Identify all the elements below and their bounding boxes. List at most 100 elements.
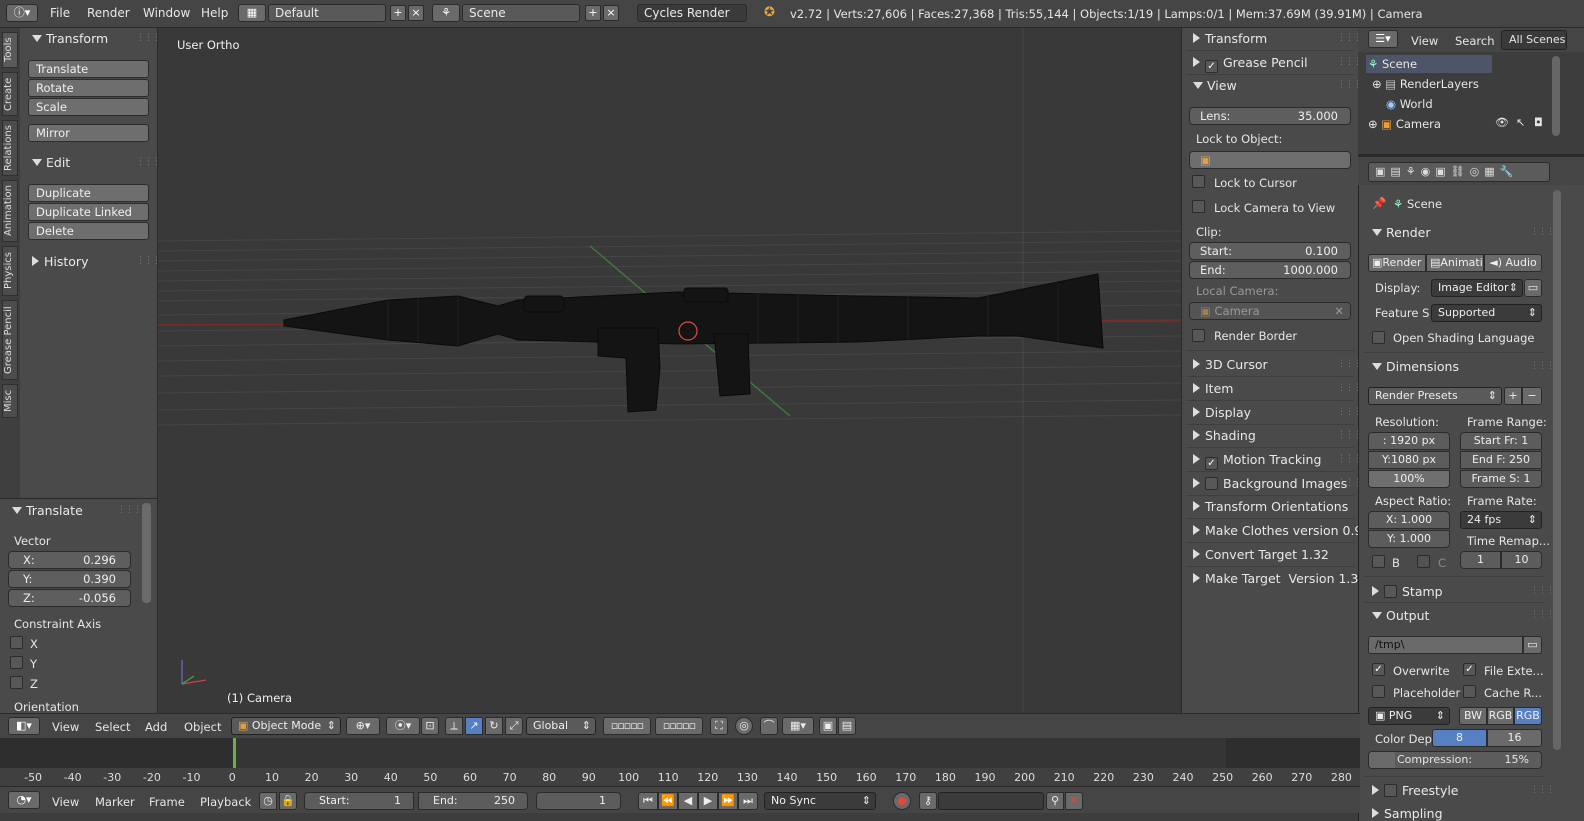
time-remap-old-field[interactable]: 1 bbox=[1460, 551, 1501, 569]
add-scene-icon[interactable]: + bbox=[585, 5, 601, 21]
compression-slider[interactable]: Compression: 15% bbox=[1368, 751, 1542, 769]
overwrite-checkbox[interactable]: ✓ bbox=[1372, 663, 1385, 676]
sampling-panel-header[interactable]: Sampling bbox=[1372, 806, 1443, 821]
np-item-header[interactable]: Item bbox=[1193, 381, 1353, 396]
outliner-item-scene[interactable]: ⚘ Scene bbox=[1368, 57, 1417, 71]
clip-start-field[interactable]: Start: 0.100 bbox=[1189, 242, 1351, 260]
opengl-render-animation-icon[interactable]: ▤ bbox=[838, 717, 856, 735]
stamp-panel-header[interactable]: Stamp bbox=[1372, 584, 1443, 599]
color-depth-16-button[interactable]: 16 bbox=[1487, 729, 1542, 747]
np-make-target-header[interactable]: Make Target Version 1.32 bbox=[1193, 571, 1366, 586]
operator-scrollbar[interactable] bbox=[142, 503, 151, 603]
frame-step-field[interactable]: Frame S: 1 bbox=[1460, 470, 1542, 488]
proportional-edit-icon[interactable]: ◎ bbox=[735, 717, 753, 735]
file-extensions-checkbox[interactable]: ✓ bbox=[1463, 663, 1476, 676]
aspect-x-field[interactable]: X: 1.000 bbox=[1368, 511, 1450, 529]
panel-grip-icon[interactable]: ⋮⋮⋮ bbox=[1530, 361, 1555, 371]
color-rgba-button[interactable]: RGB bbox=[1514, 707, 1542, 725]
add-layout-icon[interactable]: + bbox=[390, 5, 406, 21]
stamp-checkbox[interactable] bbox=[1384, 585, 1397, 598]
add-preset-icon[interactable]: + bbox=[1504, 387, 1522, 405]
frame-rate-select[interactable]: 24 fps ⇕ bbox=[1460, 511, 1542, 529]
time-remap-new-field[interactable]: 10 bbox=[1501, 551, 1542, 569]
tab-create[interactable]: Create bbox=[2, 72, 18, 116]
freestyle-panel-header[interactable]: Freestyle bbox=[1372, 783, 1459, 798]
delete-keyframe-icon[interactable]: ✕ bbox=[1065, 792, 1083, 810]
layers-row-1[interactable]: ▫▫▫▫▫ bbox=[603, 717, 651, 735]
freestyle-checkbox[interactable] bbox=[1384, 784, 1397, 797]
preview-range-icon[interactable]: ◷ bbox=[259, 792, 277, 810]
audio-button[interactable]: ◄) Audio bbox=[1484, 254, 1542, 272]
outliner-view-menu[interactable]: View bbox=[1411, 34, 1438, 48]
lock-to-cursor-checkbox[interactable] bbox=[1192, 175, 1205, 188]
panel-grip-icon[interactable]: ⋮⋮⋮ bbox=[1530, 586, 1555, 596]
vector-z-field[interactable]: Z: -0.056 bbox=[8, 589, 131, 607]
np-transform-header[interactable]: Transform bbox=[1193, 31, 1353, 46]
np-view-header[interactable]: View bbox=[1193, 78, 1353, 93]
pin-icon[interactable]: 📌 bbox=[1372, 196, 1386, 210]
cache-result-checkbox[interactable] bbox=[1463, 685, 1476, 698]
timeline-ruler[interactable] bbox=[0, 768, 1360, 786]
resolution-percent-slider[interactable]: 100% bbox=[1368, 470, 1450, 488]
3d-view-editor-type-icon[interactable]: ◧▾ bbox=[8, 717, 40, 735]
rotate-button[interactable]: Rotate bbox=[28, 79, 149, 97]
transform-panel-header[interactable]: Transform bbox=[32, 31, 108, 46]
timeline-editor-type-icon[interactable]: ◔▾ bbox=[8, 791, 40, 809]
display-select[interactable]: Image Editor ⇕ bbox=[1431, 279, 1523, 297]
vector-x-field[interactable]: X: 0.296 bbox=[8, 551, 131, 569]
osl-checkbox[interactable] bbox=[1372, 331, 1385, 344]
render-presets-select[interactable]: Render Presets ⇕ bbox=[1368, 387, 1502, 405]
dimensions-panel-header[interactable]: Dimensions bbox=[1372, 359, 1459, 374]
constraint-z-checkbox[interactable] bbox=[10, 676, 23, 689]
folder-icon[interactable]: ▭ bbox=[1523, 636, 1542, 654]
panel-grip-icon[interactable]: ⋮⋮⋮ bbox=[136, 157, 161, 167]
duplicate-button[interactable]: Duplicate bbox=[28, 184, 149, 202]
np-motion-tracking-header[interactable]: ✓ Motion Tracking bbox=[1193, 452, 1353, 470]
pivot-point-icon[interactable]: ⦿▾ bbox=[386, 717, 420, 735]
limit-selection-icon[interactable]: ⊡ bbox=[421, 717, 439, 735]
feature-set-select[interactable]: Supported ⇕ bbox=[1431, 304, 1542, 322]
edit-panel-header[interactable]: Edit bbox=[32, 155, 70, 170]
scene-icon[interactable]: ⚘ bbox=[432, 4, 460, 22]
current-frame-field[interactable]: 1 bbox=[536, 792, 621, 810]
active-keying-set-field[interactable] bbox=[938, 792, 1044, 810]
layers-row-2[interactable]: ▫▫▫▫▫ bbox=[655, 717, 703, 735]
play-icon[interactable]: ▶ bbox=[698, 792, 718, 810]
np-shading-header[interactable]: Shading bbox=[1193, 428, 1353, 443]
screen-layout-field[interactable]: Default bbox=[268, 4, 386, 22]
render-button[interactable]: ▣Render bbox=[1368, 254, 1426, 272]
opengl-render-image-icon[interactable]: ▣ bbox=[819, 717, 837, 735]
timeline-menu-view[interactable]: View bbox=[52, 795, 79, 809]
tab-grease-pencil[interactable]: Grease Pencil bbox=[2, 300, 18, 380]
timeline-menu-playback[interactable]: Playback bbox=[200, 795, 251, 809]
file-format-select[interactable]: ▣ PNG ⇕ bbox=[1368, 707, 1450, 725]
manipulator-toggle-icon[interactable]: ⟂ bbox=[445, 717, 463, 735]
np-grease-pencil-header[interactable]: ✓ Grease Pencil bbox=[1193, 55, 1353, 73]
clear-icon[interactable]: ✕ bbox=[1334, 303, 1344, 319]
render-border-checkbox[interactable] bbox=[1192, 329, 1205, 342]
jump-to-start-icon[interactable]: ⏮ bbox=[638, 792, 658, 810]
tab-physics[interactable]: Physics bbox=[2, 246, 18, 296]
menu-help[interactable]: Help bbox=[201, 6, 228, 20]
outliner-editor-type-icon[interactable]: ☰▾ bbox=[1368, 30, 1398, 48]
operator-panel-header[interactable]: Translate bbox=[12, 503, 83, 518]
3d-viewport[interactable]: User Ortho (1) Camera bbox=[158, 28, 1181, 713]
visibility-eye-icon[interactable]: 👁 bbox=[1495, 116, 1509, 129]
np-transform-orientations-header[interactable]: Transform Orientations bbox=[1193, 499, 1353, 514]
menu-add[interactable]: Add bbox=[145, 720, 167, 734]
vector-y-field[interactable]: Y: 0.390 bbox=[8, 570, 131, 588]
outliner-item-renderlayers[interactable]: ⊕ ▤ RenderLayers bbox=[1372, 77, 1479, 91]
properties-context-tabs[interactable]: ▣▤⚘◉▣⛓◎▦🔧 bbox=[1368, 162, 1550, 182]
resolution-x-field[interactable]: : 1920 px bbox=[1368, 432, 1450, 450]
crop-checkbox[interactable] bbox=[1417, 555, 1430, 568]
scale-button[interactable]: Scale bbox=[28, 98, 149, 116]
info-editor-type-icon[interactable]: ⓘ▾ bbox=[6, 4, 38, 22]
selectable-cursor-icon[interactable]: ↖ bbox=[1516, 116, 1525, 129]
duplicate-linked-button[interactable]: Duplicate Linked bbox=[28, 203, 149, 221]
lock-layers-icon[interactable]: ⛶ bbox=[710, 717, 728, 735]
render-engine-select[interactable]: Cycles Render bbox=[637, 4, 747, 22]
placeholder-checkbox[interactable] bbox=[1372, 685, 1385, 698]
mode-select[interactable]: ▣ Object Mode ⇕ bbox=[231, 717, 341, 735]
display-mode-select[interactable]: All Scenes bbox=[1501, 30, 1567, 50]
viewport-shading-icon[interactable]: ⊕▾ bbox=[346, 717, 380, 735]
